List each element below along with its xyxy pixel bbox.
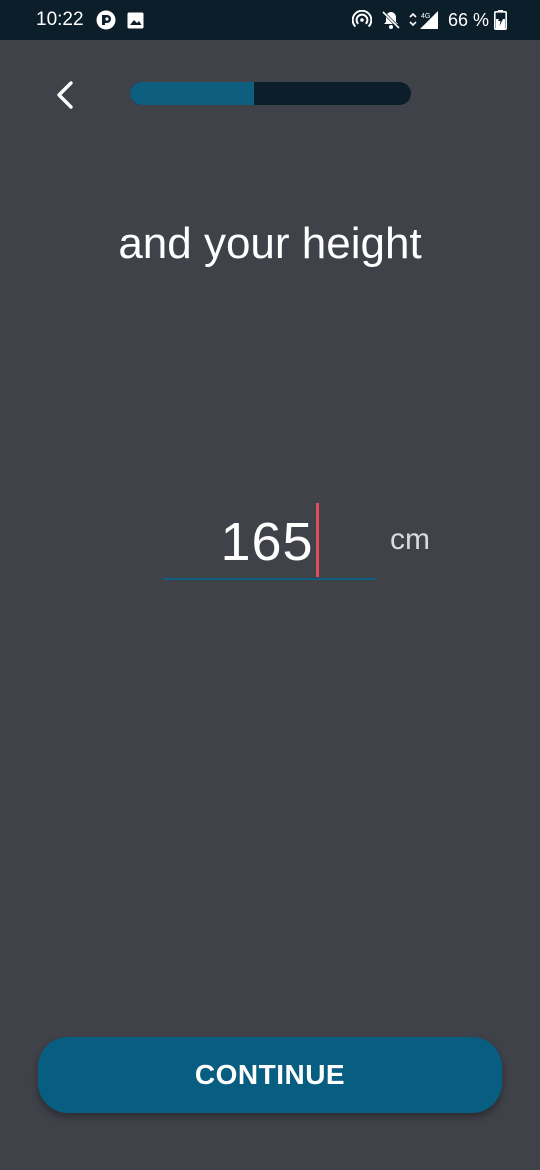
signal-4g-icon: 4G xyxy=(408,10,440,30)
back-button[interactable] xyxy=(44,74,86,116)
height-input[interactable]: 165 xyxy=(163,503,376,580)
progress-fill xyxy=(130,82,254,105)
unit-label: cm xyxy=(390,523,430,556)
text-cursor xyxy=(315,503,319,577)
image-icon xyxy=(126,10,144,30)
hotspot-icon xyxy=(352,10,372,30)
height-value[interactable]: 165 xyxy=(220,510,313,574)
battery-percent: 66 % xyxy=(448,10,490,30)
status-time: 10:22 xyxy=(36,9,84,30)
network-type-label: 4G xyxy=(421,13,430,20)
notifications-off-icon xyxy=(381,10,401,30)
continue-button[interactable]: CONTINUE xyxy=(38,1037,502,1113)
page-title: and your height xyxy=(118,219,422,268)
status-bar: 10:22 4G 66 % xyxy=(0,0,540,40)
chevron-left-icon xyxy=(57,81,73,109)
battery-charging-icon xyxy=(493,10,507,30)
app-notification-icon xyxy=(96,10,116,30)
onboarding-progress-bar xyxy=(130,82,411,105)
